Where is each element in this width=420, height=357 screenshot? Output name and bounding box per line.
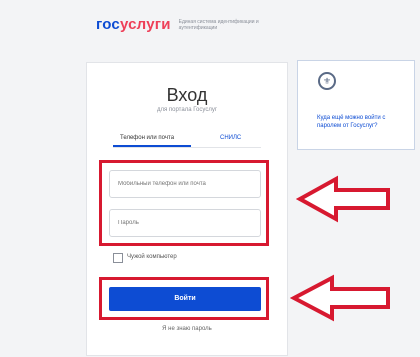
page-subtitle: для портала Госуслуг — [156, 107, 218, 113]
forgot-password-link[interactable]: Я не знаю пароль — [87, 326, 287, 332]
logo-part-gos: гос — [96, 16, 120, 33]
remember-checkbox-label[interactable]: Чужой компьютер — [127, 254, 177, 260]
tab-snils[interactable]: СНИЛС — [220, 135, 241, 141]
arrow-left-icon — [290, 274, 390, 322]
emblem-icon: ⚜ — [318, 72, 336, 90]
highlight-frame-inputs — [99, 160, 269, 246]
logo-part-uslugi: услуги — [119, 16, 171, 33]
tabs-divider — [113, 147, 261, 148]
side-info-text[interactable]: Куда ещё можно войти с паролем от Госусл… — [317, 114, 405, 130]
tab-phone-or-email[interactable]: Телефон или почта — [120, 135, 174, 141]
login-card: Вход для портала Госуслуг Телефон или по… — [86, 62, 288, 356]
side-info-card[interactable]: ⚜ Куда ещё можно войти с паролем от Госу… — [297, 60, 415, 150]
logo-subtitle: Единая система идентификации и аутентифи… — [178, 18, 259, 31]
logo-wordmark: госуслуги — [96, 16, 171, 33]
remember-checkbox[interactable] — [113, 253, 123, 263]
active-tab-indicator — [113, 145, 191, 147]
highlight-frame-button — [99, 277, 269, 320]
arrow-left-icon — [296, 175, 390, 223]
gosuslugi-logo[interactable]: госуслуги Единая система идентификации и… — [96, 16, 269, 33]
page-title: Вход — [166, 85, 208, 105]
